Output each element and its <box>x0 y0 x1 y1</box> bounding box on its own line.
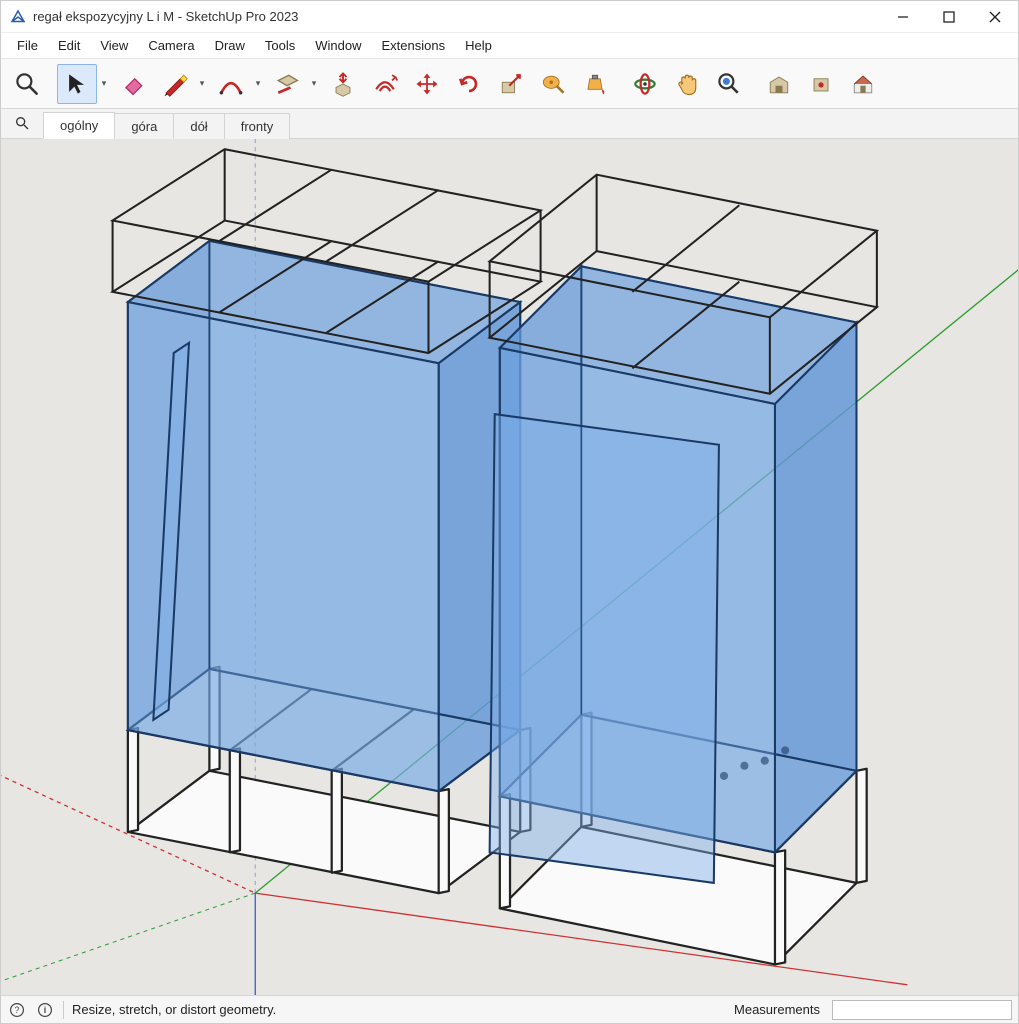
close-button[interactable] <box>972 1 1018 33</box>
window-title: regał ekspozycyjny L i M - SketchUp Pro … <box>33 9 298 24</box>
offset-tool[interactable] <box>365 64 405 104</box>
scene-tab-fronty[interactable]: fronty <box>224 113 291 139</box>
pushpull-tool[interactable] <box>323 64 363 104</box>
menu-draw[interactable]: Draw <box>205 34 255 57</box>
titlebar: regał ekspozycyjny L i M - SketchUp Pro … <box>1 1 1018 33</box>
menu-edit[interactable]: Edit <box>48 34 90 57</box>
minimize-button[interactable] <box>880 1 926 33</box>
arc-tool[interactable] <box>211 64 251 104</box>
scene-tab-gora[interactable]: góra <box>114 113 174 139</box>
scene-tab-dol[interactable]: dół <box>173 113 224 139</box>
menu-view[interactable]: View <box>90 34 138 57</box>
eraser-tool[interactable] <box>113 64 153 104</box>
zoom-extents-tool[interactable] <box>709 64 749 104</box>
menu-tools[interactable]: Tools <box>255 34 305 57</box>
info-icon[interactable]: i <box>35 1000 55 1020</box>
menu-extensions[interactable]: Extensions <box>372 34 456 57</box>
extension-tool[interactable] <box>801 64 841 104</box>
tape-tool[interactable] <box>533 64 573 104</box>
scene-search-icon[interactable] <box>9 110 35 136</box>
measurements-input[interactable] <box>832 1000 1012 1020</box>
warehouse-tool[interactable] <box>759 64 799 104</box>
menu-help[interactable]: Help <box>455 34 502 57</box>
menubar: File Edit View Camera Draw Tools Window … <box>1 33 1018 59</box>
move-tool[interactable] <box>407 64 447 104</box>
app-icon <box>9 8 27 26</box>
select-tool[interactable] <box>57 64 97 104</box>
svg-text:i: i <box>44 1005 46 1015</box>
scene-tab-ogolny[interactable]: ogólny <box>43 112 115 139</box>
zoom-tool[interactable] <box>7 64 47 104</box>
paint-tool[interactable] <box>575 64 615 104</box>
line-tool-dropdown[interactable]: ▾ <box>195 64 209 104</box>
select-tool-dropdown[interactable]: ▾ <box>97 64 111 104</box>
rotate-tool[interactable] <box>449 64 489 104</box>
rectangle-tool[interactable] <box>267 64 307 104</box>
window-controls <box>880 1 1018 33</box>
menu-window[interactable]: Window <box>305 34 371 57</box>
help-icon[interactable]: ? <box>7 1000 27 1020</box>
maximize-button[interactable] <box>926 1 972 33</box>
pan-tool[interactable] <box>667 64 707 104</box>
arc-tool-dropdown[interactable]: ▾ <box>251 64 265 104</box>
scene-tabs-row: ogólny góra dół fronty <box>1 109 1018 139</box>
status-hint: Resize, stretch, or distort geometry. <box>72 1002 726 1017</box>
measurements-label: Measurements <box>734 1002 824 1017</box>
rectangle-tool-dropdown[interactable]: ▾ <box>307 64 321 104</box>
line-tool[interactable] <box>155 64 195 104</box>
model-viewport[interactable] <box>1 139 1018 995</box>
menu-camera[interactable]: Camera <box>138 34 204 57</box>
model-tool[interactable] <box>843 64 883 104</box>
orbit-tool[interactable] <box>625 64 665 104</box>
menu-file[interactable]: File <box>7 34 48 57</box>
svg-text:?: ? <box>15 1005 20 1015</box>
toolbar: ▾ ▾ ▾ ▾ <box>1 59 1018 109</box>
statusbar: ? i Resize, stretch, or distort geometry… <box>1 995 1018 1023</box>
scale-tool[interactable] <box>491 64 531 104</box>
